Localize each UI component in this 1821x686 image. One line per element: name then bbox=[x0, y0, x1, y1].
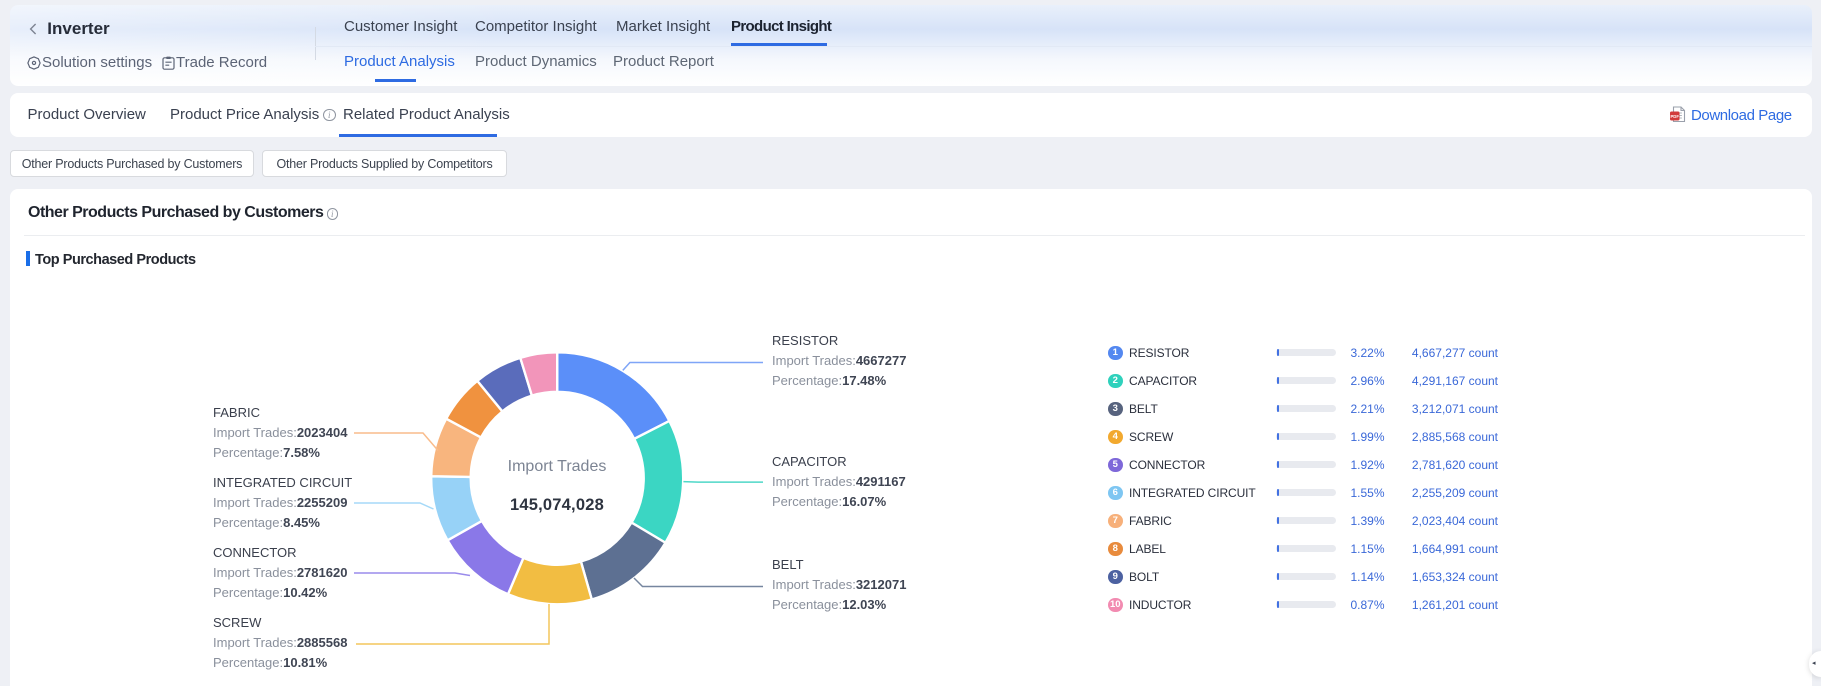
svg-text:PDF: PDF bbox=[1670, 114, 1679, 119]
